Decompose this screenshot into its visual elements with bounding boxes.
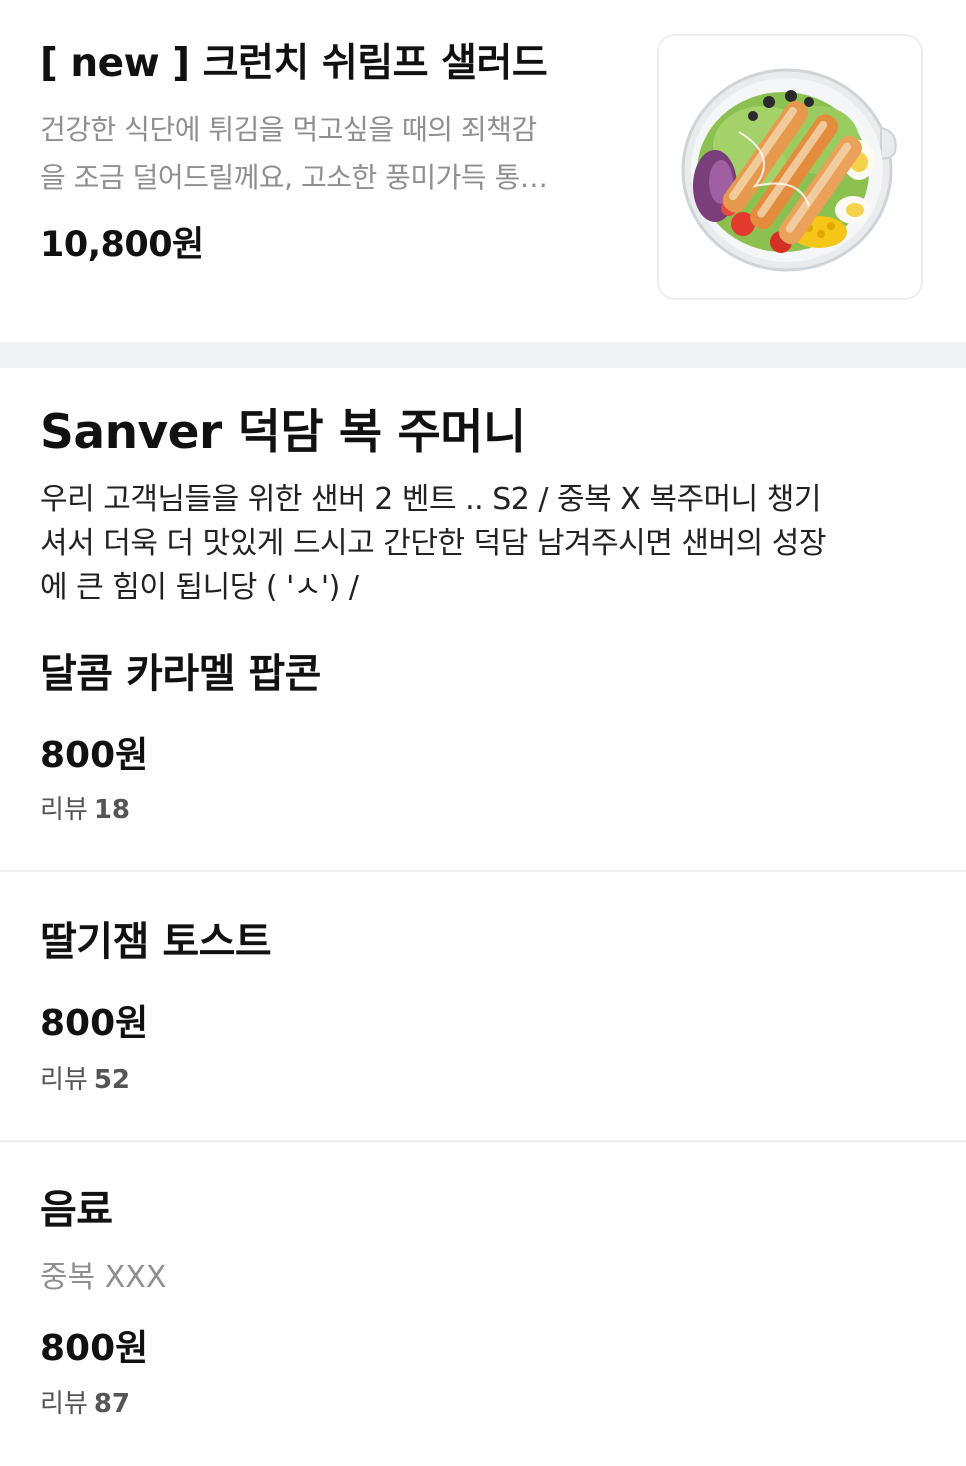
- menu-item-review: 리뷰 87: [40, 1386, 130, 1422]
- section-divider: [0, 342, 966, 368]
- section-desc-line-2: 셔서 더욱 더 맛있게 드시고 간단한 덕담 남겨주시면 샌버의 성장: [40, 526, 826, 561]
- featured-desc-line-1: 건강한 식단에 튀김을 먹고싶을 때의 죄책감: [40, 113, 537, 146]
- menu-item-name: 달콤 카라멜 팝콘: [40, 651, 321, 697]
- featured-item-thumbnail[interactable]: [657, 34, 923, 300]
- item-divider: [0, 870, 966, 872]
- featured-item-description: 건강한 식단에 튀김을 먹고싶을 때의 죄책감 을 조금 덜어드릴께요, 고소한…: [40, 106, 630, 202]
- section-desc-line-3: 에 큰 힘이 됩니당 ( 'ㅅ') /: [40, 570, 359, 605]
- featured-item-title: [ new ] 크런치 쉬림프 샐러드: [40, 41, 548, 86]
- menu-item[interactable]: 딸기잼 토스트 800원 리뷰 52: [0, 910, 966, 1140]
- menu-item[interactable]: 달콤 카라멜 팝콘 800원 리뷰 18: [0, 640, 966, 870]
- menu-item-price: 800원: [40, 1003, 149, 1044]
- menu-item[interactable]: 음료 중복 XXX 800원 리뷰 87: [0, 1180, 966, 1450]
- menu-item-review: 리뷰 52: [40, 1062, 130, 1098]
- featured-item-price: 10,800원: [40, 225, 204, 265]
- menu-item-price: 800원: [40, 735, 149, 776]
- menu-item-subtitle: 중복 XXX: [40, 1260, 167, 1295]
- menu-list-page: [ new ] 크런치 쉬림프 샐러드 건강한 식단에 튀김을 먹고싶을 때의 …: [0, 0, 966, 1466]
- review-count: 87: [93, 1389, 131, 1419]
- review-label: 리뷰: [40, 1065, 88, 1095]
- section-desc-line-1: 우리 고객님들을 위한 샌버 2 벤트 .. S2 / 중복 X 복주머니 챙기: [40, 482, 821, 517]
- shrimp-salad-photo: [681, 68, 897, 272]
- review-label: 리뷰: [40, 795, 88, 825]
- menu-item-name: 딸기잼 토스트: [40, 919, 272, 965]
- review-count: 18: [93, 795, 131, 825]
- menu-item-review: 리뷰 18: [40, 792, 130, 828]
- item-divider: [0, 1140, 966, 1142]
- review-label: 리뷰: [40, 1389, 88, 1419]
- featured-desc-line-2: 을 조금 덜어드릴께요, 고소한 풍미가득 통…: [40, 161, 548, 194]
- review-count: 52: [93, 1065, 131, 1095]
- section-description: 우리 고객님들을 위한 샌버 2 벤트 .. S2 / 중복 X 복주머니 챙기…: [40, 478, 940, 610]
- menu-item-price: 800원: [40, 1328, 149, 1369]
- section-title: Sanver 덕담 복 주머니: [40, 405, 526, 460]
- featured-menu-item[interactable]: [ new ] 크런치 쉬림프 샐러드 건강한 식단에 튀김을 먹고싶을 때의 …: [0, 0, 966, 342]
- menu-item-name: 음료: [40, 1187, 113, 1233]
